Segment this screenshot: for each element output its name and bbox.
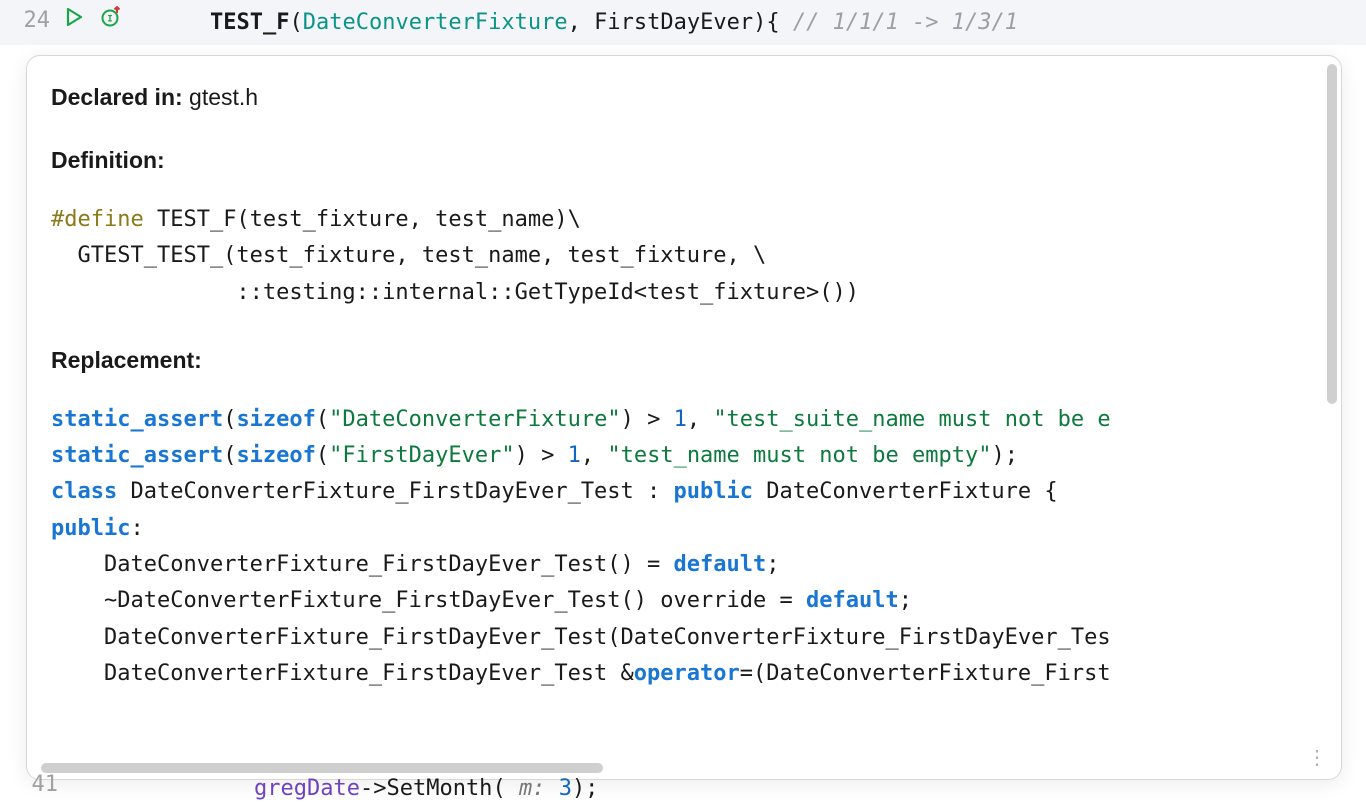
more-actions-icon[interactable]: ⋮ — [1307, 753, 1325, 761]
declared-in-row: Declared in: gtest.h — [51, 84, 1317, 111]
play-icon[interactable] — [64, 7, 84, 33]
hover-doc-content[interactable]: Declared in: gtest.h Definition: #define… — [27, 56, 1341, 779]
vertical-scrollbar[interactable] — [1327, 64, 1337, 404]
hover-doc-popup[interactable]: Declared in: gtest.h Definition: #define… — [26, 55, 1342, 780]
gutter: 24 I — [0, 6, 210, 34]
code-line-41[interactable]: 41 gregDate->SetMonth( m: 3); — [0, 772, 1366, 808]
test-name-arg: FirstDayEver — [594, 10, 753, 35]
gutter: 41 — [0, 772, 210, 797]
replacement-code: static_assert(sizeof("DateConverterFixtu… — [51, 402, 1317, 692]
coverage-icon[interactable]: I — [100, 6, 122, 34]
macro-name: TEST_F — [210, 10, 289, 35]
svg-text:I: I — [107, 15, 112, 25]
line-number: 41 — [28, 772, 58, 797]
line-number: 24 — [20, 8, 50, 33]
definition-code: #define TEST_F(test_fixture, test_name)\… — [51, 202, 1317, 311]
declared-in-label: Declared in: — [51, 84, 183, 110]
code-content[interactable]: TEST_F(DateConverterFixture, FirstDayEve… — [210, 6, 1366, 39]
replacement-label: Replacement: — [51, 347, 1317, 374]
object-name: gregDate — [254, 776, 360, 801]
fixture-arg: DateConverterFixture — [303, 10, 568, 35]
definition-label: Definition: — [51, 147, 1317, 174]
param-hint: m: — [519, 776, 559, 801]
code-line-24[interactable]: 24 I TEST_F(DateConverterFixture, FirstD… — [0, 0, 1366, 45]
method-name: SetMonth — [386, 776, 492, 801]
line-comment: // 1/1/1 -> 1/3/1 — [793, 10, 1018, 35]
declared-in-value: gtest.h — [183, 84, 258, 110]
code-content[interactable]: gregDate->SetMonth( m: 3); — [210, 772, 1366, 805]
